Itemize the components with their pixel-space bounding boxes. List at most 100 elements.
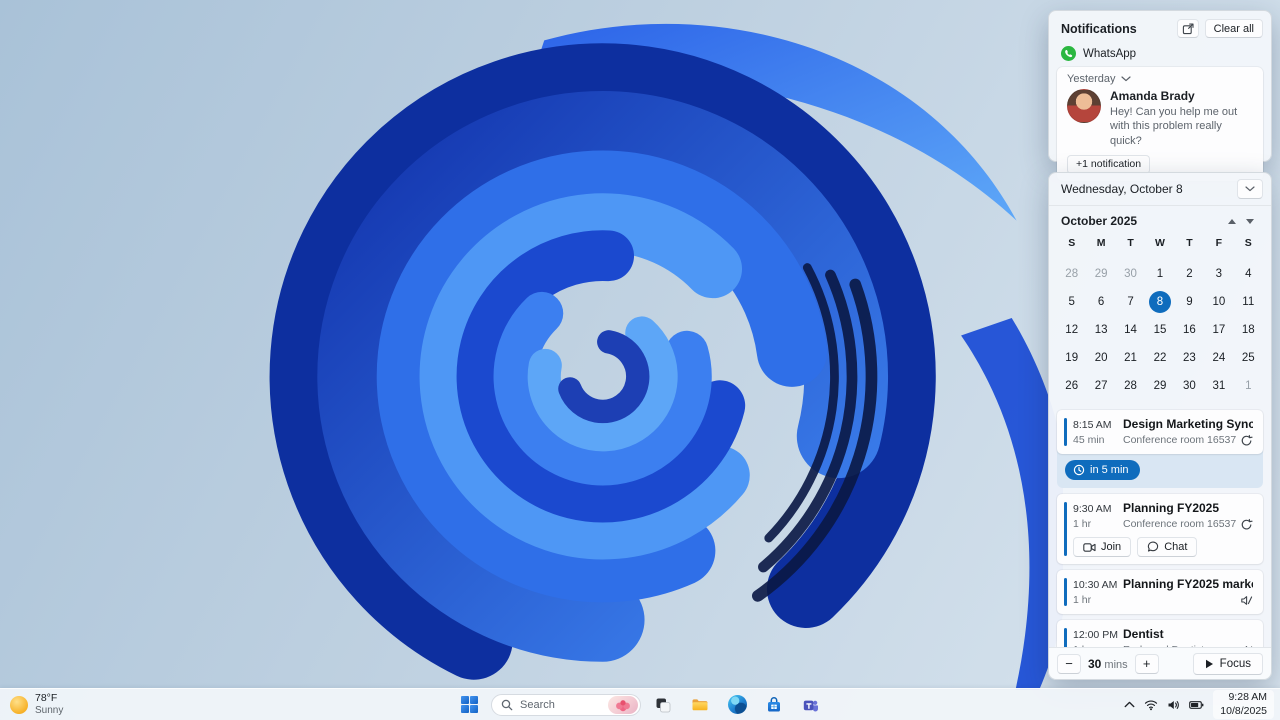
calendar-day[interactable]: 24 (1204, 344, 1233, 372)
calendar-days: 28 29 30 1 2 3 4 5 6 7 8 9 10 11 12 13 14 15 16 17 18 19 20 21 2… (1049, 258, 1271, 404)
calendar-date-label: Wednesday, October 8 (1061, 182, 1183, 196)
focus-duration-value: 30 (1088, 656, 1102, 671)
network-button[interactable] (1144, 698, 1158, 711)
focus-button[interactable]: Focus (1192, 652, 1263, 675)
countdown-label: in 5 min (1090, 464, 1129, 476)
countdown-badge: in 5 min (1065, 460, 1140, 480)
muted-icon (1240, 594, 1253, 607)
open-settings-icon (1182, 23, 1194, 34)
calendar-day[interactable]: 30 (1116, 260, 1145, 288)
focus-increase-button[interactable]: + (1134, 653, 1159, 674)
search-box[interactable]: Search (491, 693, 641, 716)
edge-button[interactable] (722, 692, 752, 718)
event-card[interactable]: 8:15 AM Design Marketing Sync 45 min Con… (1057, 410, 1263, 454)
calendar-day[interactable]: 28 (1116, 372, 1145, 400)
calendar-day[interactable]: 18 (1234, 316, 1263, 344)
teams-icon (803, 700, 818, 711)
calendar-day[interactable]: 28 (1057, 260, 1086, 288)
clear-all-button[interactable]: Clear all (1204, 19, 1263, 38)
notification-app-group[interactable]: WhatsApp (1049, 43, 1271, 67)
event-title: Planning FY2025 (1123, 501, 1220, 515)
join-button[interactable]: Join (1073, 537, 1132, 557)
calendar-day[interactable]: 8 (1145, 288, 1174, 316)
system-tray: 9:28 AM 10/8/2025 (1124, 689, 1274, 720)
calendar-day[interactable]: 30 (1175, 372, 1204, 400)
volume-button[interactable] (1167, 699, 1180, 711)
event-card[interactable]: 9:30 AM Planning FY2025 1 hr Conference … (1057, 494, 1263, 564)
tray-overflow-button[interactable] (1124, 701, 1135, 708)
event-title: Design Marketing Sync (1123, 417, 1253, 431)
clock-widget[interactable]: 9:28 AM 10/8/2025 (1213, 689, 1274, 720)
focus-decrease-button[interactable]: − (1057, 653, 1081, 674)
calendar-day[interactable]: 26 (1057, 372, 1086, 400)
calendar-day[interactable]: 21 (1116, 344, 1145, 372)
notifications-panel: Notifications Clear all WhatsApp Yesterd… (1048, 10, 1272, 181)
calendar-day[interactable]: 20 (1086, 344, 1115, 372)
calendar-day[interactable]: 4 (1234, 260, 1263, 288)
focus-duration-unit: mins (1104, 658, 1128, 671)
calendar-day[interactable]: 12 (1057, 316, 1086, 344)
focus-duration: 30 mins (1088, 657, 1128, 671)
calendar-day[interactable]: 9 (1175, 288, 1204, 316)
day-of-week-header: T (1186, 237, 1193, 249)
calendar-day[interactable]: 23 (1175, 344, 1204, 372)
calendar-day[interactable]: 1 (1234, 372, 1263, 400)
day-of-week-header: S (1068, 237, 1076, 249)
event-card[interactable]: 10:30 AM Planning FY2025 marketing 1 hr (1057, 570, 1263, 614)
chat-button[interactable]: Chat (1137, 537, 1198, 557)
event-time: 2:30 PM (1073, 679, 1123, 680)
calendar-day[interactable]: 14 (1116, 316, 1145, 344)
calendar-month-label: October 2025 (1061, 214, 1138, 228)
notification-app-name: WhatsApp (1083, 47, 1137, 60)
calendar-day[interactable]: 7 (1116, 288, 1145, 316)
battery-button[interactable] (1189, 699, 1204, 711)
day-of-week-header: W (1155, 237, 1165, 249)
calendar-day[interactable]: 29 (1086, 260, 1115, 288)
calendar-prev-month-button[interactable] (1223, 214, 1241, 228)
calendar-panel: Wednesday, October 8 October 2025 S M T … (1048, 172, 1272, 680)
search-placeholder: Search (520, 698, 555, 711)
notifications-title: Notifications (1061, 21, 1137, 36)
edge-icon (727, 695, 747, 714)
file-explorer-button[interactable] (685, 692, 715, 718)
calendar-day[interactable]: 3 (1204, 260, 1233, 288)
start-button[interactable] (454, 692, 484, 718)
calendar-next-month-button[interactable] (1241, 214, 1259, 228)
weather-widget[interactable]: 78°F Sunny (10, 692, 63, 717)
calendar-day[interactable]: 10 (1204, 288, 1233, 316)
calendar-day[interactable]: 13 (1086, 316, 1115, 344)
calendar-day[interactable]: 15 (1145, 316, 1174, 344)
event-duration: 45 min (1073, 434, 1105, 446)
notification-card[interactable]: Yesterday Amanda Brady Hey! Can you help… (1057, 67, 1263, 181)
task-view-button[interactable] (648, 692, 678, 718)
calendar-day[interactable]: 22 (1145, 344, 1174, 372)
event-duration: 1 hr (1073, 518, 1092, 530)
calendar-day[interactable]: 6 (1086, 288, 1115, 316)
microsoft-store-button[interactable] (759, 692, 789, 718)
calendar-day[interactable]: 11 (1234, 288, 1263, 316)
focus-bar: − 30 mins + Focus (1049, 647, 1271, 679)
calendar-day[interactable]: 25 (1234, 344, 1263, 372)
notification-group-row[interactable]: Yesterday (1067, 73, 1253, 85)
calendar-day[interactable]: 29 (1145, 372, 1174, 400)
event-time: 8:15 AM (1073, 419, 1112, 431)
event-duration: 1 hr (1073, 594, 1092, 606)
calendar-day[interactable]: 27 (1086, 372, 1115, 400)
recurring-icon (1240, 434, 1253, 447)
calendar-day[interactable]: 16 (1175, 316, 1204, 344)
event-time: 12:00 PM (1073, 629, 1118, 641)
teams-button[interactable] (796, 692, 826, 718)
calendar-day[interactable]: 2 (1175, 260, 1204, 288)
calendar-collapse-button[interactable] (1237, 179, 1263, 199)
notification-settings-button[interactable] (1176, 19, 1199, 38)
calendar-day[interactable]: 31 (1204, 372, 1233, 400)
tray-date: 10/8/2025 (1220, 704, 1267, 717)
calendar-day[interactable]: 5 (1057, 288, 1086, 316)
calendar-day[interactable]: 17 (1204, 316, 1233, 344)
notification-group-label: Yesterday (1067, 73, 1116, 85)
calendar-day[interactable]: 19 (1057, 344, 1086, 372)
calendar-day[interactable]: 1 (1145, 260, 1174, 288)
wifi-icon (1145, 700, 1158, 711)
day-of-week-header: T (1127, 237, 1134, 249)
event-title: Dentist (1123, 627, 1164, 641)
